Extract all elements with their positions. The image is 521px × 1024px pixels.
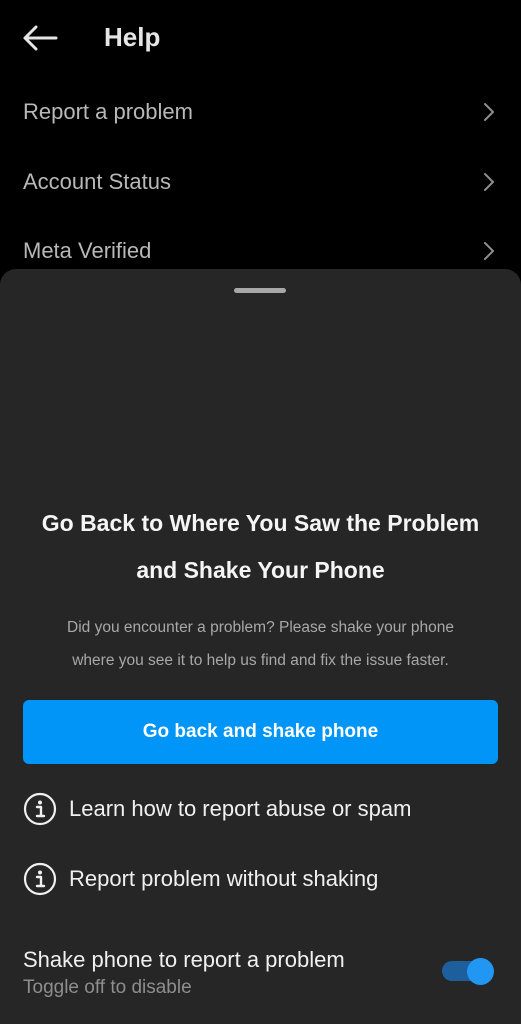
menu-item-label: Report a problem bbox=[23, 99, 193, 124]
toggle-knob bbox=[467, 958, 494, 985]
menu-item-label: Account Status bbox=[23, 169, 171, 194]
chevron-right-icon bbox=[484, 103, 494, 121]
sheet-title-line: and Shake Your Phone bbox=[136, 557, 385, 583]
learn-report-abuse-option[interactable]: Learn how to report abuse or spam bbox=[23, 788, 498, 832]
menu-item-report-a-problem[interactable]: Report a problem bbox=[0, 85, 521, 139]
info-icon bbox=[23, 792, 57, 826]
option-label: Learn how to report abuse or spam bbox=[69, 796, 412, 821]
bottom-sheet: Go Back to Where You Saw the Problem and… bbox=[0, 269, 521, 1024]
option-label: Report problem without shaking bbox=[69, 866, 379, 891]
chevron-right-icon bbox=[484, 173, 494, 191]
sheet-title-line: Go Back to Where You Saw the Problem bbox=[41, 510, 480, 536]
menu-item-account-status[interactable]: Account Status bbox=[0, 155, 521, 209]
arrow-left-icon bbox=[23, 25, 58, 51]
help-screen: Help Report a problem Account Status Met… bbox=[0, 0, 521, 1024]
menu-item-label: Meta Verified bbox=[23, 238, 152, 263]
report-without-shaking-option[interactable]: Report problem without shaking bbox=[23, 858, 498, 902]
back-button[interactable] bbox=[20, 20, 60, 56]
sheet-description-line: Did you encounter a problem? Please shak… bbox=[67, 619, 454, 636]
top-bar: Help bbox=[0, 0, 521, 74]
shake-setting-subtitle: Toggle off to disable bbox=[23, 977, 192, 998]
sheet-title: Go Back to Where You Saw the Problem and… bbox=[0, 500, 521, 594]
sheet-drag-handle[interactable] bbox=[234, 288, 286, 293]
sheet-description-line: where you see it to help us find and fix… bbox=[72, 652, 449, 669]
go-back-and-shake-button[interactable]: Go back and shake phone bbox=[23, 700, 498, 764]
chevron-right-icon bbox=[484, 242, 494, 260]
sheet-description: Did you encounter a problem? Please shak… bbox=[30, 611, 491, 677]
shake-setting-title: Shake phone to report a problem bbox=[23, 947, 345, 972]
page-title: Help bbox=[104, 22, 161, 52]
info-icon bbox=[23, 862, 57, 896]
shake-toggle-switch[interactable] bbox=[442, 958, 496, 985]
